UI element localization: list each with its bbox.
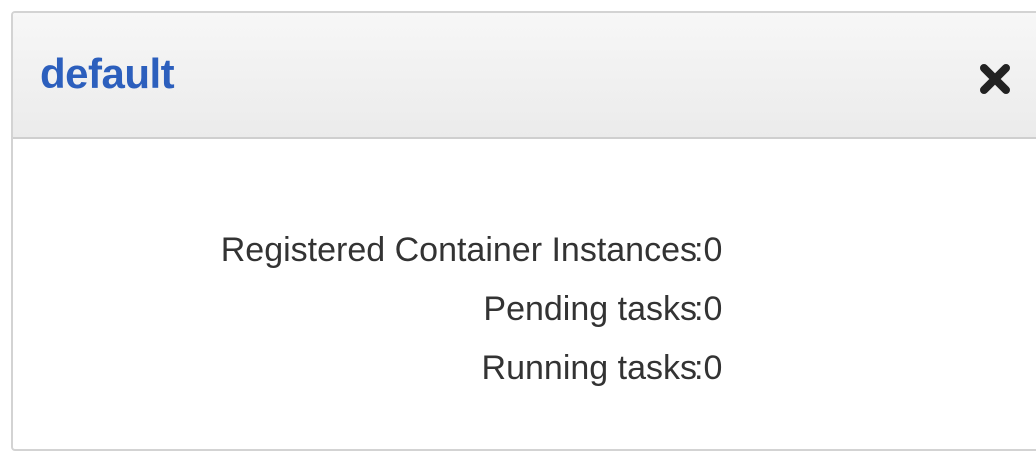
panel-body: Registered Container Instances :0 Pendin… bbox=[13, 139, 1036, 439]
stat-value: 0 bbox=[703, 231, 723, 269]
stat-label: Running tasks bbox=[481, 349, 697, 387]
stat-value: 0 bbox=[703, 290, 723, 328]
close-icon bbox=[980, 64, 1010, 94]
stat-row-running-tasks: Running tasks :0 bbox=[13, 339, 1036, 398]
close-button[interactable] bbox=[975, 59, 1015, 99]
cluster-panel: default Registered Container Instances :… bbox=[11, 11, 1036, 451]
stat-label: Registered Container Instances bbox=[220, 231, 697, 269]
panel-title: default bbox=[40, 50, 175, 97]
stats-list: Registered Container Instances :0 Pendin… bbox=[13, 221, 1036, 398]
panel-header: default bbox=[13, 13, 1036, 139]
stat-row-registered-instances: Registered Container Instances :0 bbox=[13, 221, 1036, 280]
stat-value: 0 bbox=[703, 349, 723, 387]
stat-label: Pending tasks bbox=[483, 290, 697, 328]
stat-row-pending-tasks: Pending tasks :0 bbox=[13, 280, 1036, 339]
